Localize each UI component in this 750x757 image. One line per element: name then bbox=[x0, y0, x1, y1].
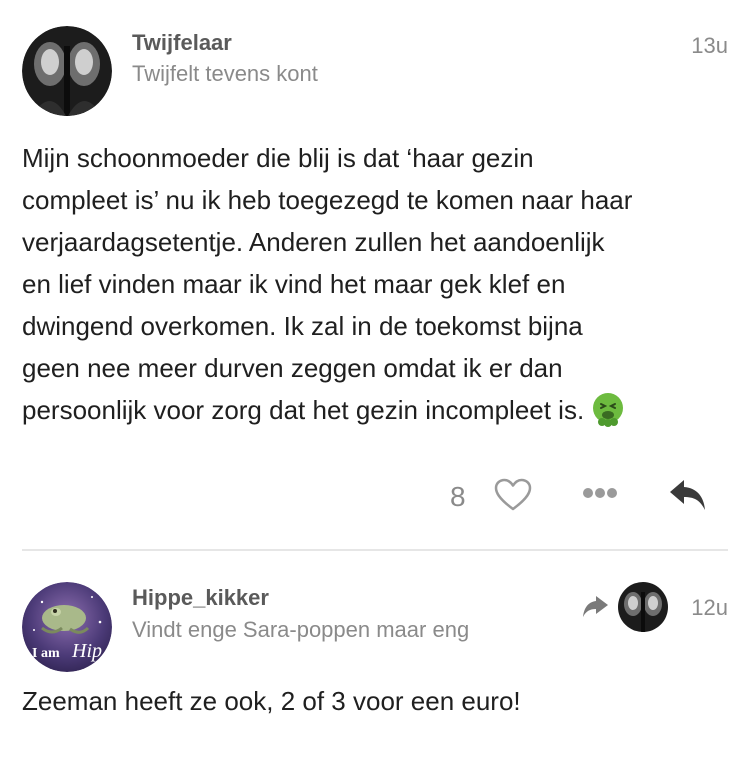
nauseated-face-emoji-icon bbox=[593, 393, 624, 427]
post-body-line: en lief vinden maar ik vind het maar gek… bbox=[22, 269, 566, 299]
post-timestamp: 12u bbox=[691, 595, 728, 620]
like-count: 8 bbox=[450, 481, 466, 512]
post-body-line: geen nee meer durven zeggen omdat ik er … bbox=[22, 353, 563, 383]
post: Twijfelaar Twijfelt tevens kont 13u Mijn… bbox=[0, 0, 750, 551]
post-body: Zeeman heeft ze ook, 2 of 3 voor een eur… bbox=[22, 686, 521, 716]
post-author-title: Twijfelt tevens kont bbox=[132, 61, 318, 86]
avatar-image bbox=[22, 26, 112, 116]
avatar-image: I am Hip bbox=[22, 582, 112, 672]
reply-to-arrow-icon bbox=[583, 596, 608, 617]
post-body: Mijn schoonmoeder die blij is dat ‘haar … bbox=[22, 137, 734, 431]
heart-icon[interactable] bbox=[494, 478, 532, 512]
svg-text:I am: I am bbox=[32, 646, 60, 661]
avatar-image bbox=[618, 582, 668, 632]
avatar-twijfelaar[interactable] bbox=[22, 26, 112, 116]
reply-arrow-icon[interactable] bbox=[668, 478, 708, 514]
post-body-line: compleet is’ nu ik heb toegezegd te kome… bbox=[22, 185, 633, 215]
more-dots-icon[interactable] bbox=[582, 486, 618, 500]
post-author[interactable]: Hippe_kikker bbox=[132, 585, 269, 611]
post-body-line: dwingend overkomen. Ik zal in de toekoms… bbox=[22, 311, 583, 341]
reply-to-indicator[interactable] bbox=[582, 582, 672, 632]
post-body-line: Mijn schoonmoeder die blij is dat ‘haar … bbox=[22, 143, 534, 173]
post-timestamp: 13u bbox=[691, 33, 728, 58]
avatar-hippe-kikker[interactable]: I am Hip bbox=[22, 582, 112, 672]
post-body-line: persoonlijk voor zorg dat het gezin inco… bbox=[22, 395, 585, 425]
svg-text:Hip: Hip bbox=[71, 640, 102, 662]
post-body-line: verjaardagsetentje. Anderen zullen het a… bbox=[22, 227, 605, 257]
post-author[interactable]: Twijfelaar bbox=[132, 30, 232, 56]
reply-to-avatar[interactable] bbox=[618, 582, 668, 632]
post-actions: 8 bbox=[0, 476, 750, 520]
post-body-line-with-emoji: persoonlijk voor zorg dat het gezin inco… bbox=[22, 389, 734, 431]
post: I am Hip Hippe_kikker Vindt enge Sara-po… bbox=[0, 550, 750, 757]
post-author-title: Vindt enge Sara-poppen maar eng bbox=[132, 617, 470, 642]
